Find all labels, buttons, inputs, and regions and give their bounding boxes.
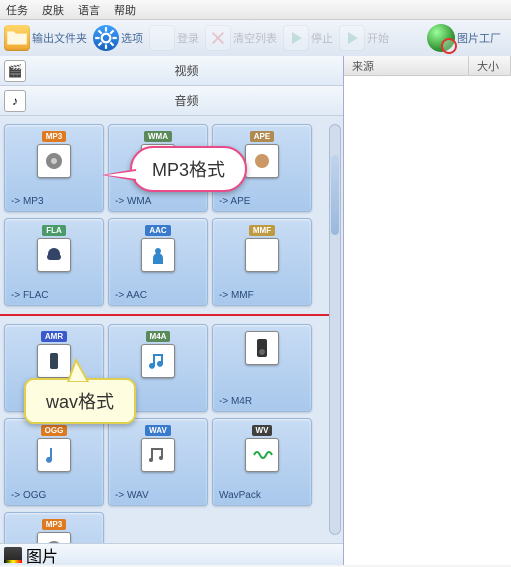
image-factory-button[interactable]: 图片工厂 [427,24,501,52]
format-card-flac[interactable]: FLA -> FLAC [4,218,104,306]
format-file-icon [37,238,71,272]
format-card-m4r[interactable]: -> M4R [212,324,312,412]
globe-icon [427,24,455,52]
mp3-callout-text: MP3格式 [152,160,225,180]
format-card-mp3[interactable]: MP3 -> MP3 [4,124,104,212]
format-grid-scroll: MP3 -> MP3 WMA -> WMA APE -> APE FLA -> FLAC AAC… [0,116,343,543]
format-label: -> OGG [11,490,46,501]
add-button[interactable]: 登录 [149,25,199,51]
scrollbar-thumb[interactable] [331,155,339,235]
format-file-icon [37,144,71,178]
add-label: 登录 [177,30,199,46]
format-tag: MMF [249,225,275,236]
format-tag: M4A [146,331,171,342]
format-tag: WMA [144,131,172,142]
format-tag: WV [252,425,273,436]
format-tag: OGG [41,425,68,436]
doc-remove-icon [205,25,231,51]
format-file-icon [245,144,279,178]
image-factory-label: 图片工厂 [457,30,501,46]
format-file-icon [37,438,71,472]
video-section-title: 视频 [30,62,343,79]
mp3-callout: MP3格式 [130,146,247,192]
format-label: WavPack [219,490,261,501]
start-button[interactable]: 开始 [339,25,389,51]
output-folder-label: 输出文件夹 [32,30,87,46]
audio-section-title: 音频 [30,92,343,109]
stop-icon [283,25,309,51]
left-panel: 🎬 视频 ♪ 音频 MP3 -> MP3 WMA -> WMA APE -> APE FLA… [0,56,344,565]
menu-lang[interactable]: 语言 [78,2,100,18]
format-label: -> WMA [115,196,151,207]
format-tag: AAC [145,225,170,236]
format-tag: MP3 [42,519,66,530]
format-tag: FLA [42,225,66,236]
toolbar: 输出文件夹 选项 登录 清空列表 停止 开始 图片工厂 [0,20,511,56]
format-tag: MP3 [42,131,66,142]
format-file-icon [245,331,279,365]
video-icon: 🎬 [4,60,26,82]
wav-callout-text: wav格式 [46,392,114,412]
stop-button[interactable]: 停止 [283,25,333,51]
wav-callout: wav格式 [24,378,136,424]
menu-task[interactable]: 任务 [6,2,28,18]
format-card-mp3[interactable]: MP3 [4,512,104,543]
gear-icon [93,25,119,51]
options-button[interactable]: 选项 [93,25,143,51]
format-label: -> WAV [115,490,149,501]
video-section-header[interactable]: 🎬 视频 [0,56,343,86]
folder-icon [4,25,30,51]
format-card-aac[interactable]: AAC -> AAC [108,218,208,306]
format-file-icon [37,532,71,543]
format-file-icon [245,438,279,472]
format-card-wav[interactable]: WAV -> WAV [108,418,208,506]
audio-section-header[interactable]: ♪ 音频 [0,86,343,116]
menu-bar: 任务 皮肤 语言 帮助 [0,0,511,20]
format-file-icon [141,238,175,272]
header-size[interactable]: 大小 [469,56,511,75]
clear-label: 清空列表 [233,30,277,46]
output-folder-button[interactable]: 输出文件夹 [4,25,87,51]
stop-label: 停止 [311,30,333,46]
clear-button[interactable]: 清空列表 [205,25,277,51]
vertical-scrollbar[interactable] [329,124,341,535]
format-label: -> AAC [115,290,147,301]
format-tag: APE [250,131,274,142]
file-list-headers: 来源 大小 [344,56,511,76]
start-label: 开始 [367,30,389,46]
format-label: -> APE [219,196,250,207]
red-divider [0,314,335,316]
format-card-ogg[interactable]: OGG -> OGG [4,418,104,506]
format-tag: AMR [41,331,67,342]
image-icon [4,547,22,563]
header-source[interactable]: 来源 [344,56,469,75]
format-file-icon [141,344,175,378]
format-card-wavpack[interactable]: WV WavPack [212,418,312,506]
image-section-header[interactable]: 图片 [0,543,343,565]
callout-tail-icon [66,358,96,382]
format-label: -> MMF [219,290,254,301]
format-label: -> FLAC [11,290,49,301]
doc-add-icon [149,25,175,51]
format-file-icon [245,238,279,272]
image-section-title: 图片 [26,543,58,567]
menu-skin[interactable]: 皮肤 [42,2,64,18]
right-panel: 来源 大小 [344,56,511,565]
format-label: -> MP3 [11,196,44,207]
format-tag: WAV [145,425,171,436]
audio-icon: ♪ [4,90,26,112]
play-icon [339,25,365,51]
menu-help[interactable]: 帮助 [114,2,136,18]
format-label: -> M4R [219,396,252,407]
format-file-icon [141,438,175,472]
options-label: 选项 [121,30,143,46]
format-card-mmf[interactable]: MMF -> MMF [212,218,312,306]
